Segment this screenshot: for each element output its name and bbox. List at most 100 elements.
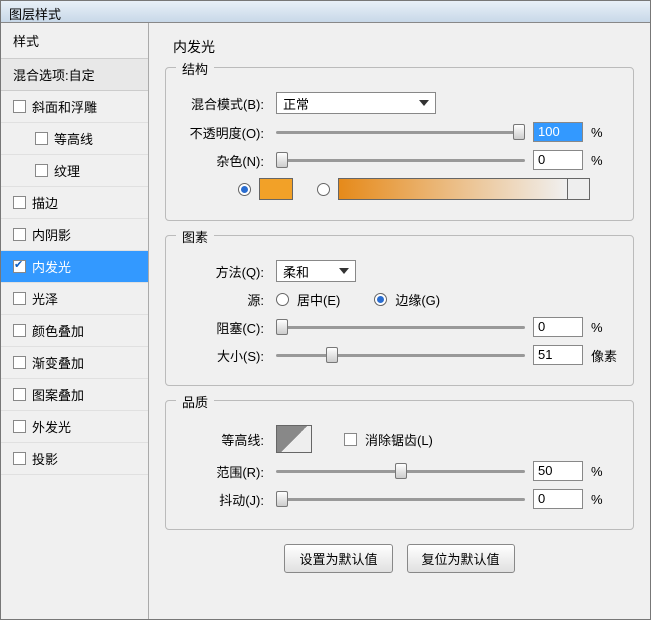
choke-label: 阻塞(C): xyxy=(178,318,268,337)
source-label: 源: xyxy=(178,290,268,309)
opacity-slider[interactable] xyxy=(276,123,525,141)
choke-slider[interactable] xyxy=(276,318,525,336)
color-solid-radio[interactable] xyxy=(238,183,251,196)
source-center-radio[interactable] xyxy=(276,293,289,306)
sidebar: 样式 混合选项:自定 斜面和浮雕等高线纹理描边内阴影内发光光泽颜色叠加渐变叠加图… xyxy=(1,23,149,619)
noise-slider[interactable] xyxy=(276,151,525,169)
sidebar-item-0[interactable]: 斜面和浮雕 xyxy=(1,91,148,123)
method-label: 方法(Q): xyxy=(178,262,268,281)
sidebar-item-5[interactable]: 内发光 xyxy=(1,251,148,283)
group-quality: 品质 等高线: 消除锯齿(L) 范围(R): 50 % 抖动(J): xyxy=(165,400,634,530)
size-slider[interactable] xyxy=(276,346,525,364)
sidebar-checkbox[interactable] xyxy=(13,228,26,241)
group-structure-title: 结构 xyxy=(176,59,214,78)
set-default-button[interactable]: 设置为默认值 xyxy=(284,544,392,573)
window-title: 图层样式 xyxy=(9,7,61,22)
range-unit: % xyxy=(591,464,621,479)
jitter-unit: % xyxy=(591,492,621,507)
sidebar-checkbox[interactable] xyxy=(13,356,26,369)
sidebar-header[interactable]: 样式 xyxy=(1,23,148,59)
noise-input[interactable]: 0 xyxy=(533,150,583,170)
range-label: 范围(R): xyxy=(178,462,268,481)
sidebar-checkbox[interactable] xyxy=(13,196,26,209)
jitter-input[interactable]: 0 xyxy=(533,489,583,509)
sidebar-item-2[interactable]: 纹理 xyxy=(1,155,148,187)
opacity-label: 不透明度(O): xyxy=(178,123,268,142)
sidebar-subheader[interactable]: 混合选项:自定 xyxy=(1,59,148,91)
contour-label: 等高线: xyxy=(178,430,268,449)
method-value: 柔和 xyxy=(283,262,309,281)
chevron-down-icon xyxy=(339,268,349,274)
group-structure: 结构 混合模式(B): 正常 不透明度(O): 100 % 杂色(N): xyxy=(165,67,634,221)
contour-picker[interactable] xyxy=(276,425,312,453)
opacity-unit: % xyxy=(591,125,621,140)
size-input[interactable]: 51 xyxy=(533,345,583,365)
reset-default-button[interactable]: 复位为默认值 xyxy=(407,544,515,573)
antialias-label: 消除锯齿(L) xyxy=(365,430,433,449)
range-slider[interactable] xyxy=(276,462,525,480)
sidebar-item-8[interactable]: 渐变叠加 xyxy=(1,347,148,379)
source-edge-label: 边缘(G) xyxy=(395,290,440,309)
sidebar-checkbox[interactable] xyxy=(35,164,48,177)
noise-unit: % xyxy=(591,153,621,168)
sidebar-checkbox[interactable] xyxy=(13,324,26,337)
sidebar-item-label: 投影 xyxy=(32,449,58,468)
sidebar-item-label: 等高线 xyxy=(54,129,93,148)
blend-mode-select[interactable]: 正常 xyxy=(276,92,436,114)
sidebar-item-label: 外发光 xyxy=(32,417,71,436)
opacity-input[interactable]: 100 xyxy=(533,122,583,142)
sidebar-checkbox[interactable] xyxy=(13,388,26,401)
method-select[interactable]: 柔和 xyxy=(276,260,356,282)
sidebar-item-10[interactable]: 外发光 xyxy=(1,411,148,443)
blend-mode-value: 正常 xyxy=(283,94,309,113)
sidebar-item-label: 颜色叠加 xyxy=(32,321,84,340)
sidebar-checkbox[interactable] xyxy=(13,420,26,433)
sidebar-list: 斜面和浮雕等高线纹理描边内阴影内发光光泽颜色叠加渐变叠加图案叠加外发光投影 xyxy=(1,91,148,475)
group-elements: 图素 方法(Q): 柔和 源: 居中(E) 边缘(G) xyxy=(165,235,634,386)
chevron-down-icon xyxy=(419,100,429,106)
sidebar-item-9[interactable]: 图案叠加 xyxy=(1,379,148,411)
sidebar-item-label: 描边 xyxy=(32,193,58,212)
sidebar-item-label: 纹理 xyxy=(54,161,80,180)
layer-style-window: 图层样式 样式 混合选项:自定 斜面和浮雕等高线纹理描边内阴影内发光光泽颜色叠加… xyxy=(0,0,651,620)
sidebar-item-3[interactable]: 描边 xyxy=(1,187,148,219)
sidebar-item-label: 光泽 xyxy=(32,289,58,308)
size-label: 大小(S): xyxy=(178,346,268,365)
choke-input[interactable]: 0 xyxy=(533,317,583,337)
titlebar: 图层样式 xyxy=(1,1,650,23)
blend-mode-label: 混合模式(B): xyxy=(178,94,268,113)
sidebar-item-label: 斜面和浮雕 xyxy=(32,97,97,116)
noise-label: 杂色(N): xyxy=(178,151,268,170)
source-edge-radio[interactable] xyxy=(374,293,387,306)
range-input[interactable]: 50 xyxy=(533,461,583,481)
page-title: 内发光 xyxy=(173,37,634,57)
sidebar-checkbox[interactable] xyxy=(35,132,48,145)
sidebar-item-label: 内阴影 xyxy=(32,225,71,244)
sidebar-item-6[interactable]: 光泽 xyxy=(1,283,148,315)
sidebar-checkbox[interactable] xyxy=(13,100,26,113)
sidebar-item-label: 渐变叠加 xyxy=(32,353,84,372)
group-quality-title: 品质 xyxy=(176,392,214,411)
main-panel: 内发光 结构 混合模式(B): 正常 不透明度(O): 100 % xyxy=(149,23,650,619)
gradient-dropdown[interactable] xyxy=(568,178,590,200)
gradient-preview[interactable] xyxy=(338,178,568,200)
sidebar-item-label: 图案叠加 xyxy=(32,385,84,404)
jitter-label: 抖动(J): xyxy=(178,490,268,509)
color-gradient-radio[interactable] xyxy=(317,183,330,196)
sidebar-item-4[interactable]: 内阴影 xyxy=(1,219,148,251)
antialias-checkbox[interactable] xyxy=(344,433,357,446)
sidebar-item-7[interactable]: 颜色叠加 xyxy=(1,315,148,347)
sidebar-item-1[interactable]: 等高线 xyxy=(1,123,148,155)
content: 样式 混合选项:自定 斜面和浮雕等高线纹理描边内阴影内发光光泽颜色叠加渐变叠加图… xyxy=(1,23,650,619)
source-center-label: 居中(E) xyxy=(297,290,340,309)
sidebar-checkbox[interactable] xyxy=(13,260,26,273)
sidebar-checkbox[interactable] xyxy=(13,452,26,465)
choke-unit: % xyxy=(591,320,621,335)
sidebar-checkbox[interactable] xyxy=(13,292,26,305)
sidebar-item-11[interactable]: 投影 xyxy=(1,443,148,475)
size-unit: 像素 xyxy=(591,346,621,365)
group-elements-title: 图素 xyxy=(176,227,214,246)
jitter-slider[interactable] xyxy=(276,490,525,508)
color-swatch[interactable] xyxy=(259,178,293,200)
sidebar-item-label: 内发光 xyxy=(32,257,71,276)
